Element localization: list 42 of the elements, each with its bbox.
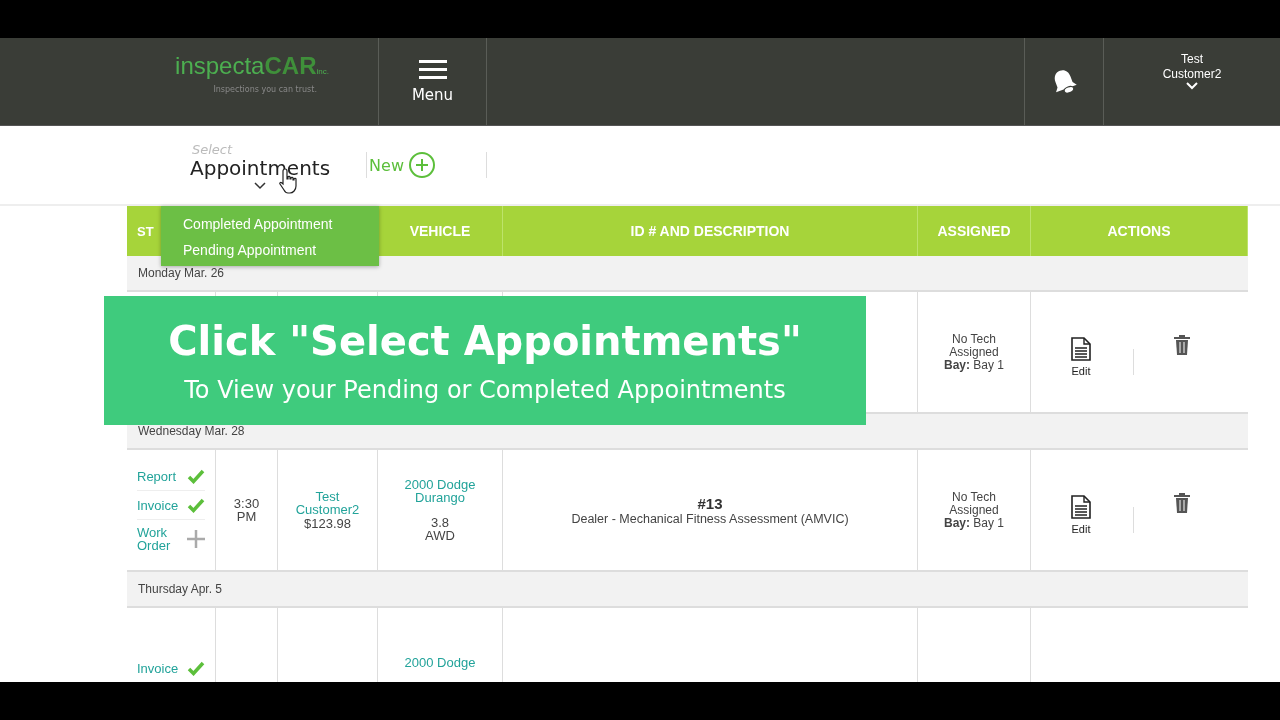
status-link[interactable]: Report	[137, 469, 177, 483]
customer-link[interactable]: Test Customer2	[287, 489, 368, 516]
date-heading: Wednesday Mar. 28	[138, 424, 245, 438]
assignment-info: No Tech Assigned Bay: Bay 1	[943, 332, 1004, 372]
date-heading: Monday Mar. 26	[138, 266, 225, 280]
status-link[interactable]: Invoice	[137, 498, 177, 512]
appointments-select[interactable]: Select Appointments	[190, 144, 331, 190]
chevron-down-icon	[254, 182, 267, 190]
vehicle-link[interactable]: 2000 Dodge Durango	[395, 478, 485, 504]
date-heading: Thursday Apr. 5	[138, 582, 223, 596]
caption-title: Click "Select Appointments"	[168, 316, 802, 365]
amount: $123.98	[304, 515, 351, 531]
notifications-button[interactable]	[1024, 38, 1104, 125]
column-header: ID # AND DESCRIPTION	[630, 223, 790, 239]
dropdown-item[interactable]: Completed Appointment	[183, 215, 379, 234]
menu-button[interactable]: Menu	[379, 38, 487, 125]
column-header: ST	[137, 223, 154, 239]
dropdown-item[interactable]: Pending Appointment	[183, 241, 379, 260]
trash-icon[interactable]	[1174, 335, 1190, 355]
column-header: VEHICLE	[409, 223, 471, 239]
edit-button[interactable]: Edit	[1071, 495, 1091, 535]
edit-button[interactable]: Edit	[1071, 337, 1091, 377]
appointment-time: 3:30 PM	[232, 497, 261, 523]
new-button[interactable]: New	[369, 151, 436, 179]
appointment-description: Dealer - Mechanical Fitness Assessment (AMVIC)	[571, 511, 849, 526]
trash-icon[interactable]	[1174, 493, 1190, 513]
vehicle-link[interactable]: 2000 Dodge	[395, 655, 485, 669]
hamburger-icon	[418, 59, 447, 80]
user-menu[interactable]: Test Customer2	[1104, 38, 1280, 125]
caption-subtitle: To View your Pending or Completed Appointments	[184, 374, 786, 405]
appointment-number: #13	[697, 494, 723, 512]
column-header: ASSIGNED	[937, 223, 1011, 239]
vehicle-specs: 3.8 AWD	[425, 516, 455, 542]
document-icon	[1071, 337, 1091, 361]
assignment-info: No Tech Assigned Bay: Bay 1	[943, 490, 1004, 530]
chevron-down-icon	[1186, 82, 1198, 90]
status-link[interactable]: Work Order	[137, 526, 177, 552]
document-icon	[1071, 495, 1091, 519]
company-logo: inspectaCARinc. Inspections you can trust.	[175, 53, 329, 94]
column-header: ACTIONS	[1107, 223, 1171, 239]
plus-circle-icon	[408, 151, 436, 179]
status-link[interactable]: Invoice	[137, 661, 177, 675]
